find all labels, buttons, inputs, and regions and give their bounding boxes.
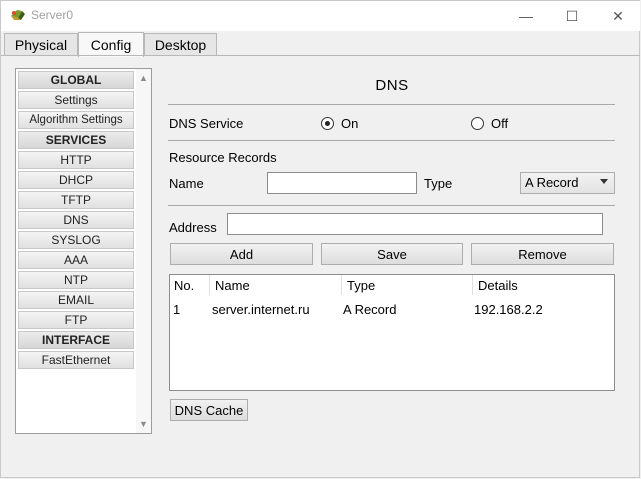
divider (168, 205, 615, 206)
column-header-name[interactable]: Name (211, 275, 342, 295)
config-sidebar: GLOBAL Settings Algorithm Settings SERVI… (15, 68, 152, 434)
cell-details: 192.168.2.2 (474, 301, 543, 317)
sidebar-item-settings[interactable]: Settings (18, 91, 134, 109)
sidebar-header-services: SERVICES (18, 131, 134, 149)
sidebar-item-dns[interactable]: DNS (18, 211, 134, 229)
maximize-button[interactable]: ☐ (549, 1, 595, 31)
column-header-no[interactable]: No. (170, 275, 210, 295)
sidebar-item-tftp[interactable]: TFTP (18, 191, 134, 209)
sidebar-item-syslog[interactable]: SYSLOG (18, 231, 134, 249)
close-icon: ✕ (612, 7, 624, 24)
column-header-details[interactable]: Details (474, 275, 614, 295)
scroll-down-icon[interactable]: ▼ (138, 418, 149, 430)
sidebar-header-interface: INTERFACE (18, 331, 134, 349)
divider (168, 140, 615, 141)
tab-desktop[interactable]: Desktop (144, 33, 217, 55)
chevron-down-icon (600, 179, 608, 184)
sidebar-scrollbar[interactable]: ▲ ▼ (136, 69, 151, 433)
column-header-type[interactable]: Type (343, 275, 473, 295)
maximize-icon: ☐ (565, 7, 579, 24)
sidebar-item-dhcp[interactable]: DHCP (18, 171, 134, 189)
type-select[interactable]: A Record (520, 172, 615, 194)
cell-type: A Record (343, 301, 397, 317)
sidebar-item-fastethernet[interactable]: FastEthernet (18, 351, 134, 369)
sidebar-item-http[interactable]: HTTP (18, 151, 134, 169)
sidebar-item-ntp[interactable]: NTP (18, 271, 134, 289)
dns-service-label: DNS Service (169, 116, 244, 131)
name-label: Name (169, 176, 204, 191)
dns-on-radio[interactable] (321, 117, 334, 130)
sidebar-item-aaa[interactable]: AAA (18, 251, 134, 269)
dns-cache-button[interactable]: DNS Cache (170, 399, 248, 421)
type-select-value: A Record (525, 175, 579, 190)
add-button[interactable]: Add (170, 243, 313, 265)
tab-physical[interactable]: Physical (4, 33, 78, 55)
remove-button[interactable]: Remove (471, 243, 614, 265)
dns-off-radio[interactable] (471, 117, 484, 130)
dns-off-label[interactable]: Off (491, 116, 508, 131)
dns-on-label[interactable]: On (341, 116, 358, 131)
divider (168, 104, 615, 105)
close-button[interactable]: ✕ (595, 1, 641, 31)
sidebar-item-email[interactable]: EMAIL (18, 291, 134, 309)
tab-bar: Physical Config Desktop (1, 32, 640, 57)
tab-config[interactable]: Config (78, 32, 144, 57)
cell-name: server.internet.ru (212, 301, 310, 317)
sidebar-item-algorithm-settings[interactable]: Algorithm Settings (18, 111, 134, 129)
scroll-up-icon[interactable]: ▲ (138, 72, 149, 84)
sidebar-item-ftp[interactable]: FTP (18, 311, 134, 329)
address-input[interactable] (227, 213, 603, 235)
cell-no: 1 (173, 301, 181, 317)
window-title: Server0 (31, 8, 74, 22)
save-button[interactable]: Save (321, 243, 463, 265)
app-window: Server0 — ☐ ✕ Physical Config Desktop GL… (0, 0, 640, 478)
radio-selected-icon (325, 121, 330, 126)
minimize-button[interactable]: — (503, 1, 549, 31)
address-label: Address (169, 220, 217, 235)
server-app-icon (11, 10, 25, 20)
dns-panel: DNS DNS Service On Off Resource Records … (156, 57, 640, 477)
title-bar: Server0 — ☐ ✕ (1, 1, 640, 31)
page-title: DNS (375, 77, 409, 94)
type-label: Type (424, 176, 453, 191)
resource-records-label: Resource Records (169, 150, 277, 165)
sidebar-header-global: GLOBAL (18, 71, 134, 89)
name-input[interactable] (267, 172, 417, 194)
records-table: No. Name Type Details 1 server.internet.… (169, 274, 615, 391)
tab-divider (1, 55, 640, 56)
minimize-icon: — (519, 8, 533, 24)
